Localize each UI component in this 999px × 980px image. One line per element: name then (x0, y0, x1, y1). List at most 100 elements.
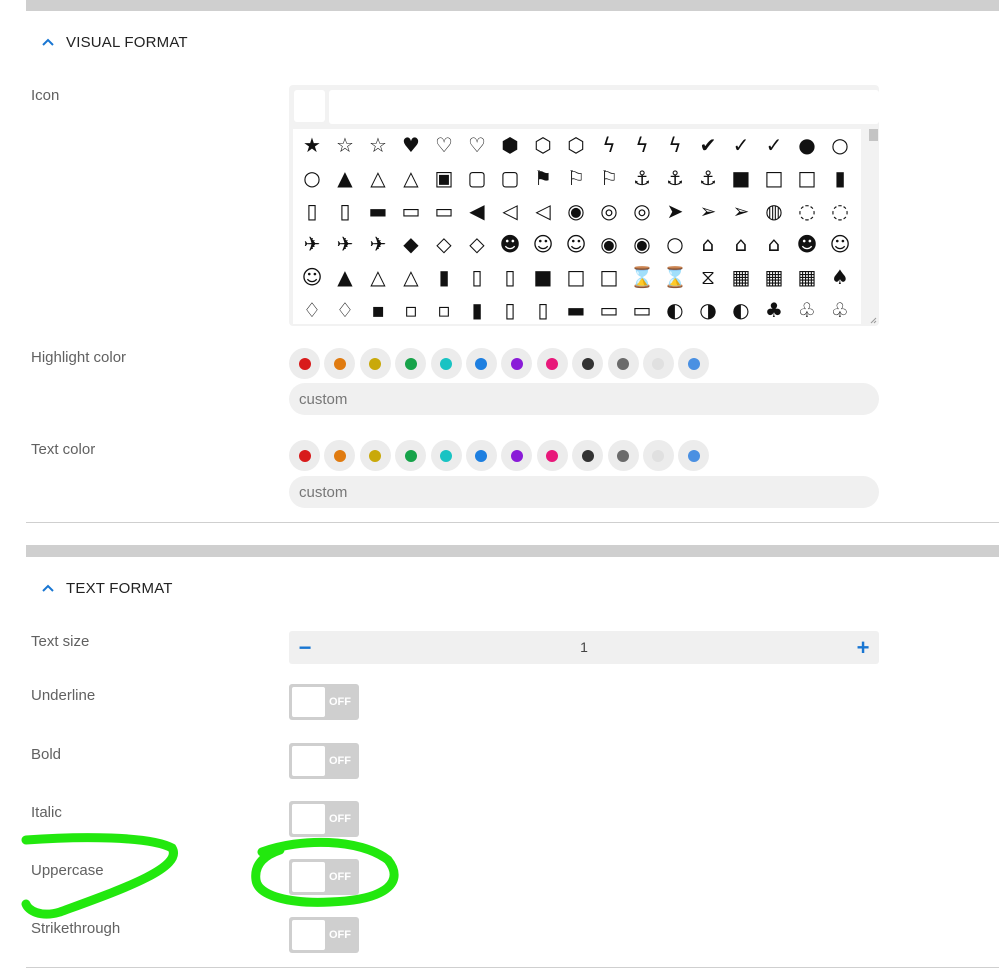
thumbs-up-outline-icon[interactable]: △ (364, 263, 392, 291)
adjust-thin-icon[interactable]: ◐ (727, 296, 755, 324)
text-color-swatch[interactable] (572, 440, 604, 471)
address-card-thin-icon[interactable]: ▭ (628, 296, 656, 324)
tree-icon[interactable]: ♣ (760, 296, 788, 324)
anchor-icon[interactable]: ⚓ (628, 164, 656, 192)
highlight-color-swatch[interactable] (642, 348, 674, 379)
text-color-swatch[interactable] (395, 440, 427, 471)
ad-icon[interactable]: ▪ (364, 296, 392, 324)
tags-outline-icon[interactable]: ◇ (430, 230, 458, 258)
hourglass-outline-icon[interactable]: ⌛ (661, 263, 689, 291)
selected-icon-preview[interactable] (294, 90, 325, 122)
icon-grid-scrollbar[interactable] (869, 129, 878, 324)
lightbulb-icon[interactable]: ● (793, 131, 821, 159)
eye-outline-icon[interactable]: ◉ (628, 230, 656, 258)
lightbulb-outline-icon[interactable]: ○ (826, 131, 854, 159)
cubes-thin-icon[interactable]: ▢ (496, 164, 524, 192)
tree-thin-icon[interactable]: ♧ (826, 296, 854, 324)
binoculars-icon[interactable]: ▮ (826, 164, 854, 192)
text-color-swatch[interactable] (359, 440, 391, 471)
landmark-thin-icon[interactable]: ⌂ (760, 230, 788, 258)
text-color-swatch[interactable] (642, 440, 674, 471)
address-card-outline-icon[interactable]: ▭ (595, 296, 623, 324)
text-color-swatch[interactable] (607, 440, 639, 471)
megaphone-outline-icon[interactable]: ◁ (496, 197, 524, 225)
text-format-header[interactable]: TEXT FORMAT (42, 580, 173, 597)
heart-outline-icon[interactable]: ♡ (430, 131, 458, 159)
acorn-icon[interactable]: ♠ (826, 263, 854, 291)
anchor-outline-icon[interactable]: ⚓ (661, 164, 689, 192)
text-color-swatch[interactable] (536, 440, 568, 471)
users-outline-icon[interactable]: ☺ (529, 230, 557, 258)
check-circle-thin-icon[interactable]: ✓ (760, 131, 788, 159)
anchor-thin-icon[interactable]: ⚓ (694, 164, 722, 192)
text-color-swatch[interactable] (678, 440, 710, 471)
plane-thin-icon[interactable]: ✈ (364, 230, 392, 258)
italic-toggle[interactable]: OFF (289, 801, 359, 837)
cube-thin-icon[interactable]: ⬡ (562, 131, 590, 159)
megaphone-thin-icon[interactable]: ◁ (529, 197, 557, 225)
address-book-outline-icon[interactable]: ▯ (496, 296, 524, 324)
hourglass-icon[interactable]: ⌛ (628, 263, 656, 291)
smile-thin-icon[interactable]: ☺ (298, 263, 326, 291)
megaphone-icon[interactable]: ◀ (463, 197, 491, 225)
highlight-color-swatch[interactable] (536, 348, 568, 379)
bell-thin-icon[interactable]: △ (397, 164, 425, 192)
futbol-icon[interactable]: ◉ (562, 197, 590, 225)
paper-plane-icon[interactable]: ➤ (661, 197, 689, 225)
life-ring-outline-icon[interactable]: ◌ (793, 197, 821, 225)
heart-thin-icon[interactable]: ♡ (463, 131, 491, 159)
truck-icon[interactable]: ■ (529, 263, 557, 291)
highlight-color-swatch[interactable] (501, 348, 533, 379)
life-ring-icon[interactable]: ◍ (760, 197, 788, 225)
highlight-color-swatch[interactable] (289, 348, 320, 379)
bolt-outline-icon[interactable]: ϟ (628, 131, 656, 159)
star-thin-icon[interactable]: ☆ (364, 131, 392, 159)
decrease-button[interactable]: − (289, 631, 321, 664)
paper-plane-outline-icon[interactable]: ➢ (694, 197, 722, 225)
ad-thin-icon[interactable]: ▫ (430, 296, 458, 324)
life-ring-thin-icon[interactable]: ◌ (826, 197, 854, 225)
truck-thin-icon[interactable]: □ (595, 263, 623, 291)
suitcase-thin-icon[interactable]: ▯ (496, 263, 524, 291)
highlight-color-swatch[interactable] (395, 348, 427, 379)
check-circle-outline-icon[interactable]: ✓ (727, 131, 755, 159)
futbol-outline-icon[interactable]: ◎ (595, 197, 623, 225)
text-color-swatch[interactable] (465, 440, 497, 471)
highlight-color-swatch[interactable] (678, 348, 710, 379)
car-thin-icon[interactable]: □ (793, 164, 821, 192)
address-card-icon[interactable]: ▬ (562, 296, 590, 324)
futbol-thin-icon[interactable]: ◎ (628, 197, 656, 225)
visual-format-header[interactable]: VISUAL FORMAT (42, 34, 188, 51)
cube-icon[interactable]: ⬢ (496, 131, 524, 159)
abacus-icon[interactable]: ▦ (727, 263, 755, 291)
increase-button[interactable]: + (847, 631, 879, 664)
text-color-custom-input[interactable] (289, 476, 879, 508)
landmark-icon[interactable]: ⌂ (694, 230, 722, 258)
highlight-color-swatch[interactable] (324, 348, 356, 379)
adjust-outline-icon[interactable]: ◑ (694, 296, 722, 324)
thumbs-up-icon[interactable]: ▲ (331, 263, 359, 291)
flag-thin-icon[interactable]: ⚐ (595, 164, 623, 192)
tags-icon[interactable]: ◆ (397, 230, 425, 258)
bold-toggle[interactable]: OFF (289, 743, 359, 779)
highlight-color-swatch[interactable] (465, 348, 497, 379)
lightbulb-thin-icon[interactable]: ○ (298, 164, 326, 192)
bolt-thin-icon[interactable]: ϟ (661, 131, 689, 159)
heart-icon[interactable]: ♥ (397, 131, 425, 159)
plane-icon[interactable]: ✈ (298, 230, 326, 258)
eye-icon[interactable]: ◉ (595, 230, 623, 258)
icon-search-input[interactable] (329, 90, 879, 124)
eye-thin-icon[interactable]: ○ (661, 230, 689, 258)
highlight-color-swatch[interactable] (359, 348, 391, 379)
bolt-icon[interactable]: ϟ (595, 131, 623, 159)
hourglass-thin-icon[interactable]: ⧖ (694, 263, 722, 291)
adjust-icon[interactable]: ◐ (661, 296, 689, 324)
star-outline-icon[interactable]: ☆ (331, 131, 359, 159)
binoculars-thin-icon[interactable]: ▯ (331, 197, 359, 225)
address-book-thin-icon[interactable]: ▯ (529, 296, 557, 324)
binoculars-outline-icon[interactable]: ▯ (298, 197, 326, 225)
address-book-icon[interactable]: ▮ (463, 296, 491, 324)
tree-outline-icon[interactable]: ♧ (793, 296, 821, 324)
paper-plane-thin-icon[interactable]: ➢ (727, 197, 755, 225)
thumbs-up-thin-icon[interactable]: △ (397, 263, 425, 291)
